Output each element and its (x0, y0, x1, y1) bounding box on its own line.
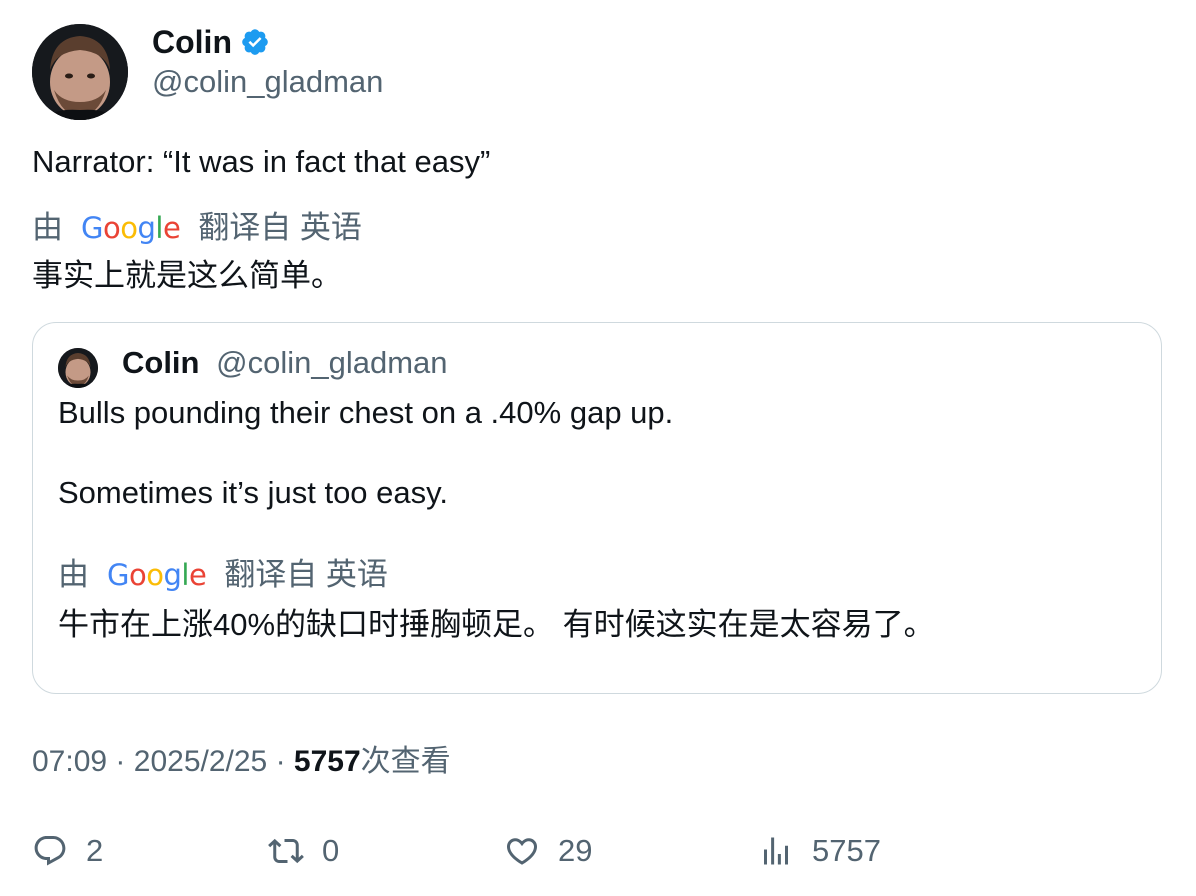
reply-count: 2 (86, 833, 104, 868)
like-count: 29 (558, 833, 593, 868)
google-logo: Google (107, 558, 207, 592)
translation-attribution: 由 Google 翻译自 英语 (32, 208, 362, 248)
meta-separator: · (275, 745, 286, 778)
tweet-meta: 07:09 · 2025/2/25 · 5757次查看 (32, 742, 451, 782)
views-label: 次查看 (360, 745, 451, 778)
quoted-author-handle: @colin_gladman (216, 345, 448, 380)
quoted-tweet-card[interactable]: Colin @colin_gladman Bulls pounding thei… (32, 322, 1162, 694)
tweet-date[interactable]: 2025/2/25 (134, 745, 267, 778)
tweet-time[interactable]: 07:09 (32, 745, 107, 778)
views-count: 5757 (293, 745, 361, 778)
google-logo: Google (81, 211, 181, 245)
meta-separator: · (115, 745, 126, 778)
like-button[interactable]: 29 (504, 826, 592, 876)
quoted-header: Colin @colin_gladman (122, 343, 448, 383)
reply-button[interactable]: 2 (32, 826, 103, 876)
quoted-author-name: Colin (122, 345, 200, 380)
heart-icon (506, 838, 538, 865)
analytics-icon (764, 837, 788, 865)
author-name[interactable]: Colin (152, 22, 232, 62)
retweet-count: 0 (322, 833, 340, 868)
retweet-icon (268, 838, 304, 864)
action-bar: 2 0 29 5757 (0, 826, 1196, 876)
author-handle[interactable]: @colin_gladman (152, 62, 383, 102)
reply-icon (34, 836, 66, 866)
quoted-translation-attribution: 由 Google 翻译自 英语 (58, 555, 388, 595)
translation-lang-label: 翻译自 英语 (198, 210, 362, 245)
verified-badge-icon (242, 29, 268, 55)
quoted-text-line-1: Bulls pounding their chest on a .40% gap… (58, 395, 674, 430)
quoted-translation-lang-label: 翻译自 英语 (224, 557, 388, 592)
translation-by-label: 由 (32, 210, 63, 245)
translated-text: 事实上就是这么简单。 (32, 258, 342, 293)
quoted-text-line-2: Sometimes it’s just too easy. (58, 475, 448, 510)
author-avatar[interactable] (32, 24, 128, 120)
quoted-translated-text: 牛市在上涨40%的缺口时捶胸顿足。 有时候这实在是太容易了。 (58, 607, 935, 642)
views-action-count: 5757 (812, 833, 881, 868)
quoted-author-avatar (58, 348, 98, 388)
views-button[interactable]: 5757 (758, 826, 881, 876)
quoted-translation-by-label: 由 (58, 557, 89, 592)
retweet-button[interactable]: 0 (268, 826, 339, 876)
tweet-text: Narrator: “It was in fact that easy” (32, 144, 491, 179)
